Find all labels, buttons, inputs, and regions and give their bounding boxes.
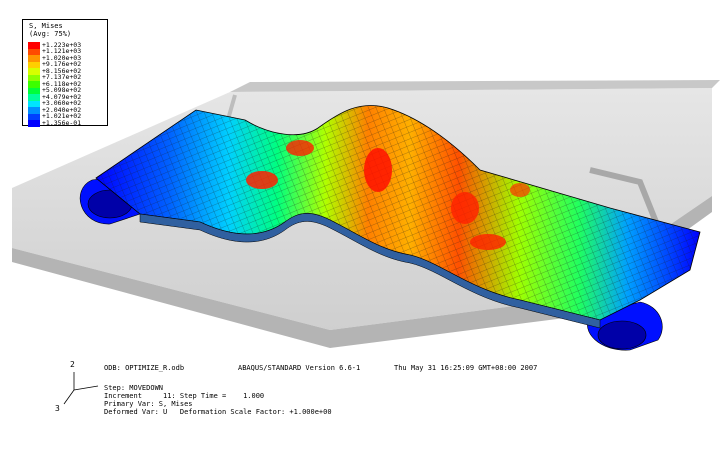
step-name: Step: MOVEDOWN [104,384,164,392]
model-viewport[interactable] [0,0,720,450]
timestamp: Thu May 31 16:25:09 GMT+08:00 2007 [394,364,538,372]
stress-legend: S, Mises (Avg: 75%) +1.223e+03 +1.121e+03… [22,19,108,127]
primary-variable: Primary Var: S, Mises [104,400,193,408]
solver-version: ABAQUS/STANDARD Version 6.6-1 [238,364,361,372]
triad-axis-2-label: 2 [70,360,75,369]
legend-subtitle: (Avg: 75%) [29,30,72,38]
legend-swatch [28,120,40,127]
legend-value: +1.356e-01 [42,118,82,127]
legend-title: S, Mises [29,22,63,30]
increment-info: Increment 11: Step Time = 1.000 [104,392,265,400]
triad-axis-3-label: 3 [55,404,60,413]
odb-name: ODB: OPTIMIZE_R.odb [104,364,185,372]
view-triad [63,372,99,405]
deformed-variable: Deformed Var: U Deformation Scale Factor… [104,408,332,416]
